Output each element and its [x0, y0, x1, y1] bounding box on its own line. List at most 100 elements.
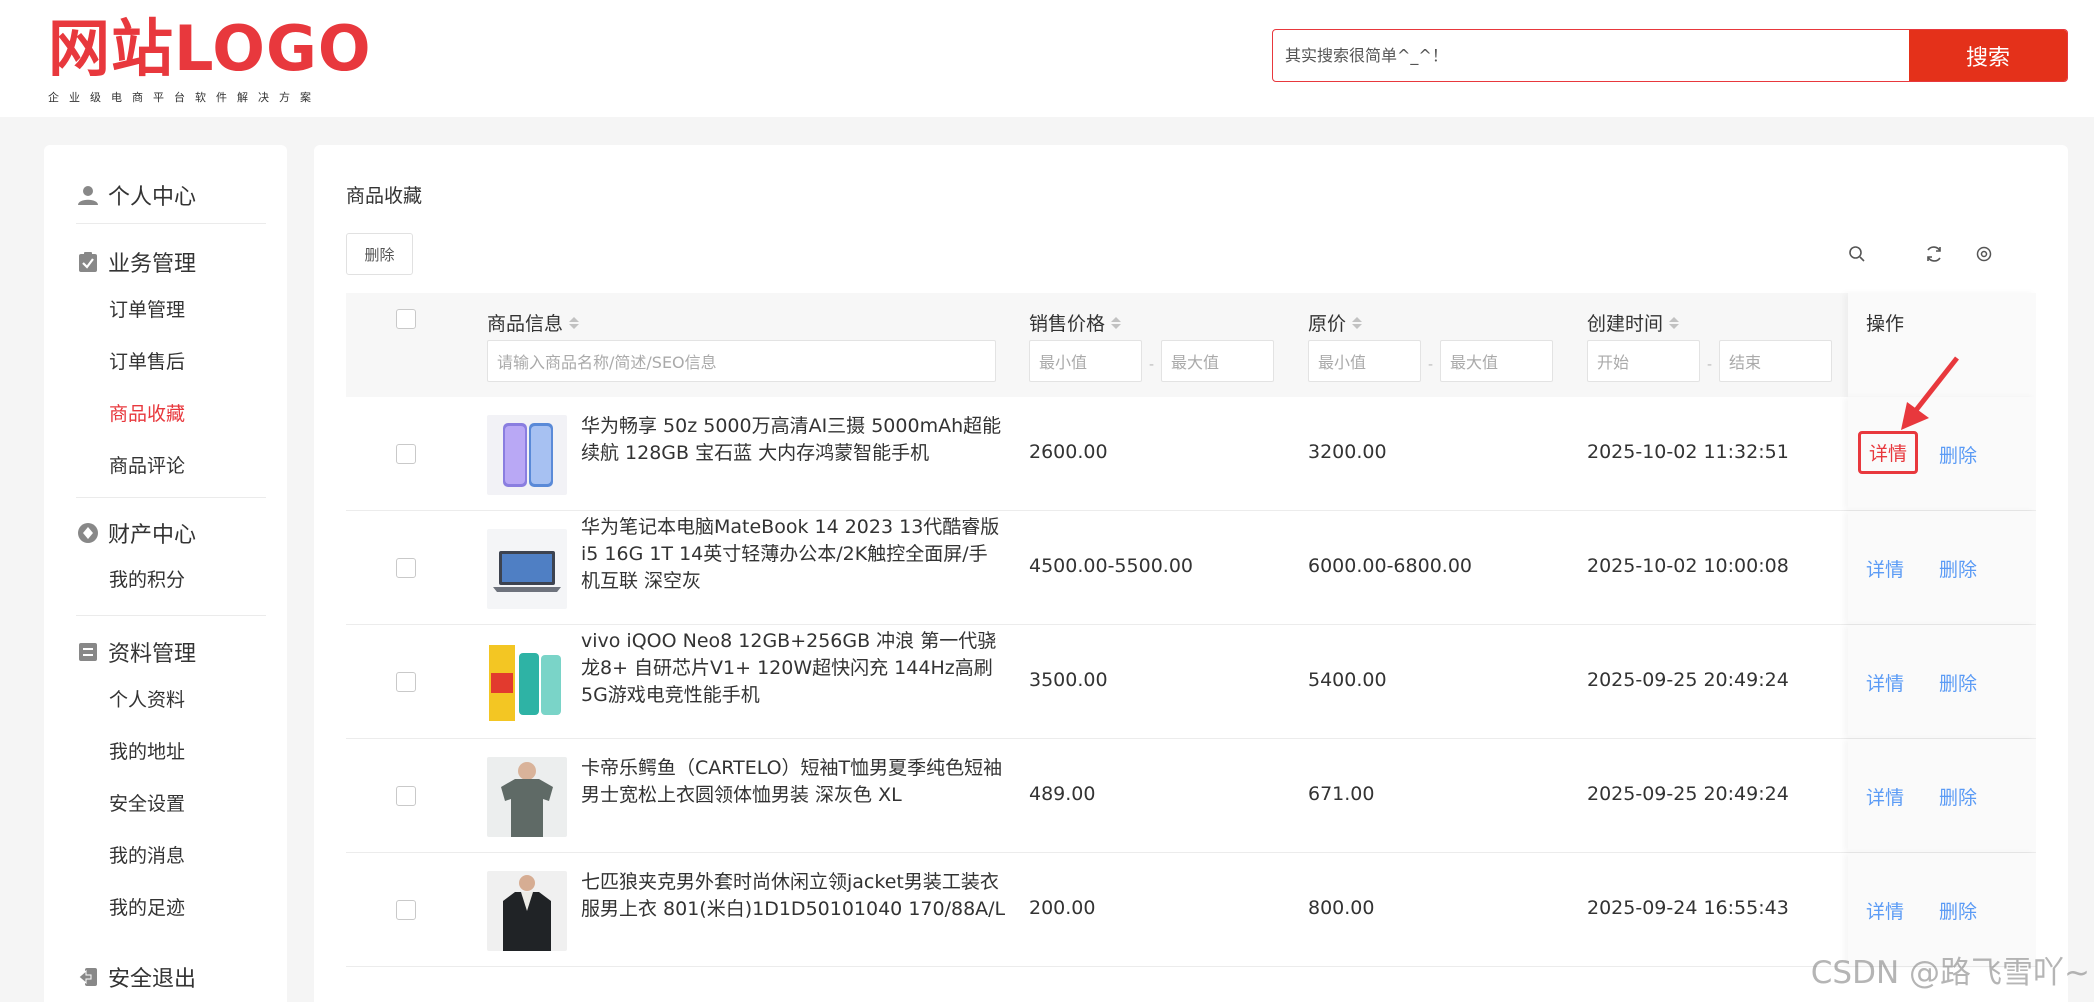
table-row: 七匹狼夹克男外套时尚休闲立领jacket男装工装衣服男上衣 801(米白)1D1… [346, 853, 2036, 967]
original-price: 671.00 [1308, 783, 1375, 805]
sidebar-group-label: 资料管理 [108, 642, 197, 667]
sidebar-group-profile[interactable]: 资料管理 [76, 632, 266, 672]
original-price: 5400.00 [1308, 669, 1387, 691]
logo-text: 网站LOGO [48, 12, 372, 85]
sale-price: 2600.00 [1029, 441, 1108, 463]
document-icon [76, 640, 100, 664]
sidebar-group-label: 安全退出 [108, 967, 197, 992]
row-checkbox[interactable] [396, 786, 416, 806]
product-filter-input[interactable]: 请输入商品名称/简述/SEO信息 [487, 340, 996, 382]
table-row: vivo iQOO Neo8 12GB+256GB 冲浪 第一代骁龙8+ 自研芯… [346, 625, 2036, 739]
created-at: 2025-09-25 20:49:24 [1587, 669, 1789, 691]
divider [76, 497, 266, 498]
product-image[interactable] [487, 871, 567, 951]
search-button[interactable]: 搜索 [1909, 30, 2067, 81]
sale-price: 3500.00 [1029, 669, 1108, 691]
column-header-original-price[interactable]: 原价 [1308, 309, 1363, 336]
original-price: 800.00 [1308, 897, 1375, 919]
row-checkbox[interactable] [396, 558, 416, 578]
sidebar-group-label: 业务管理 [108, 252, 197, 277]
sidebar-item-messages[interactable]: 我的消息 [109, 841, 185, 871]
product-image[interactable] [487, 757, 567, 837]
original-price-min-input[interactable]: 最小值 [1308, 340, 1421, 382]
column-header-created-at[interactable]: 创建时间 [1587, 309, 1680, 336]
detail-link[interactable]: 详情 [1858, 431, 1919, 474]
search-bar: 搜索 [1272, 29, 2068, 82]
date-end-input[interactable]: 结束 [1719, 340, 1832, 382]
created-at: 2025-10-02 11:32:51 [1587, 441, 1789, 463]
refresh-icon[interactable] [1921, 241, 1947, 267]
sidebar-item-orders[interactable]: 订单管理 [109, 295, 185, 325]
product-image[interactable] [487, 643, 567, 723]
product-image[interactable] [487, 529, 567, 609]
original-price: 6000.00-6800.00 [1308, 555, 1472, 577]
detail-link[interactable]: 详情 [1866, 669, 1904, 696]
created-at: 2025-09-24 16:55:43 [1587, 897, 1789, 919]
sidebar-item-footprints[interactable]: 我的足迹 [109, 893, 185, 923]
sidebar-group-business[interactable]: 业务管理 [76, 242, 266, 282]
sale-price: 489.00 [1029, 783, 1096, 805]
settings-icon[interactable] [1971, 241, 1997, 267]
delete-link[interactable]: 删除 [1939, 669, 1977, 696]
created-at: 2025-10-02 10:00:08 [1587, 555, 1789, 577]
range-dash: - [1149, 357, 1155, 373]
table-row: 华为畅享 50z 5000万高清AI三摄 5000mAh超能续航 128GB 宝… [346, 397, 2036, 511]
delete-link[interactable]: 删除 [1939, 441, 1977, 468]
detail-link[interactable]: 详情 [1866, 555, 1904, 582]
site-logo[interactable]: 网站LOGO 企业级电商平台软件解决方案 [48, 16, 372, 105]
detail-link[interactable]: 详情 [1866, 783, 1904, 810]
user-icon [76, 183, 100, 207]
sidebar-group-personal-center[interactable]: 个人中心 [76, 175, 266, 215]
sale-price-max-input[interactable]: 最大值 [1161, 340, 1274, 382]
row-checkbox[interactable] [396, 900, 416, 920]
search-input[interactable] [1273, 30, 1909, 81]
sidebar-item-favorites[interactable]: 商品收藏 [109, 399, 185, 429]
column-header-actions: 操作 [1866, 309, 1904, 336]
sale-price: 4500.00-5500.00 [1029, 555, 1193, 577]
sale-price-min-input[interactable]: 最小值 [1029, 340, 1142, 382]
sidebar-logout[interactable]: 安全退出 [76, 957, 266, 997]
favorites-table: 商品信息 销售价格 原价 创建时间 操作 请输入商品名称/简述/SEO信息 最小… [346, 293, 2036, 967]
sidebar-item-personal-info[interactable]: 个人资料 [109, 685, 185, 715]
product-image[interactable] [487, 415, 567, 495]
main-panel: 商品收藏 删除 商品信息 销售价格 原价 创建时间 操作 请输入商品名称/简述/… [314, 145, 2068, 1002]
sidebar-item-security[interactable]: 安全设置 [109, 789, 185, 819]
sort-icon[interactable] [1352, 316, 1363, 329]
created-at: 2025-09-25 20:49:24 [1587, 783, 1789, 805]
product-name[interactable]: 卡帝乐鳄鱼（CARTELO）短袖T恤男夏季纯色短袖男士宽松上衣圆领体恤男装 深灰… [581, 755, 1006, 809]
column-header-label: 创建时间 [1587, 313, 1664, 335]
sidebar-item-after-sales[interactable]: 订单售后 [109, 347, 185, 377]
sidebar-item-reviews[interactable]: 商品评论 [109, 451, 185, 481]
sidebar-item-points[interactable]: 我的积分 [109, 565, 185, 595]
sort-icon[interactable] [1111, 316, 1122, 329]
sidebar: 个人中心 业务管理 订单管理 订单售后 商品收藏 商品评论 财产中心 我的积分 [44, 145, 287, 1002]
column-header-sale-price[interactable]: 销售价格 [1029, 309, 1122, 336]
date-start-input[interactable]: 开始 [1587, 340, 1700, 382]
sort-icon[interactable] [1669, 316, 1680, 329]
sidebar-item-addresses[interactable]: 我的地址 [109, 737, 185, 767]
delete-link[interactable]: 删除 [1939, 783, 1977, 810]
sidebar-group-assets[interactable]: 财产中心 [76, 513, 266, 553]
table-row: 华为笔记本电脑MateBook 14 2023 13代酷睿版 i5 16G 1T… [346, 511, 2036, 625]
column-header-product[interactable]: 商品信息 [487, 309, 580, 336]
product-name[interactable]: 七匹狼夹克男外套时尚休闲立领jacket男装工装衣服男上衣 801(米白)1D1… [581, 869, 1006, 923]
row-checkbox[interactable] [396, 444, 416, 464]
sidebar-group-label: 财产中心 [108, 523, 197, 548]
product-name[interactable]: vivo iQOO Neo8 12GB+256GB 冲浪 第一代骁龙8+ 自研芯… [581, 628, 1006, 709]
detail-link[interactable]: 详情 [1866, 897, 1904, 924]
product-name[interactable]: 华为笔记本电脑MateBook 14 2023 13代酷睿版 i5 16G 1T… [581, 514, 1006, 595]
select-all-checkbox[interactable] [396, 309, 416, 329]
watermark: CSDN @路飞雪吖~ [1810, 955, 2090, 991]
table-row: 卡帝乐鳄鱼（CARTELO）短袖T恤男夏季纯色短袖男士宽松上衣圆领体恤男装 深灰… [346, 739, 2036, 853]
batch-delete-button[interactable]: 删除 [346, 233, 413, 275]
range-dash: - [1707, 357, 1713, 373]
search-icon[interactable] [1844, 241, 1870, 267]
delete-link[interactable]: 删除 [1939, 897, 1977, 924]
delete-link[interactable]: 删除 [1939, 555, 1977, 582]
original-price-max-input[interactable]: 最大值 [1440, 340, 1553, 382]
product-name[interactable]: 华为畅享 50z 5000万高清AI三摄 5000mAh超能续航 128GB 宝… [581, 413, 1006, 467]
column-header-label: 原价 [1308, 313, 1347, 335]
original-price: 3200.00 [1308, 441, 1387, 463]
row-checkbox[interactable] [396, 672, 416, 692]
sort-icon[interactable] [569, 316, 580, 329]
